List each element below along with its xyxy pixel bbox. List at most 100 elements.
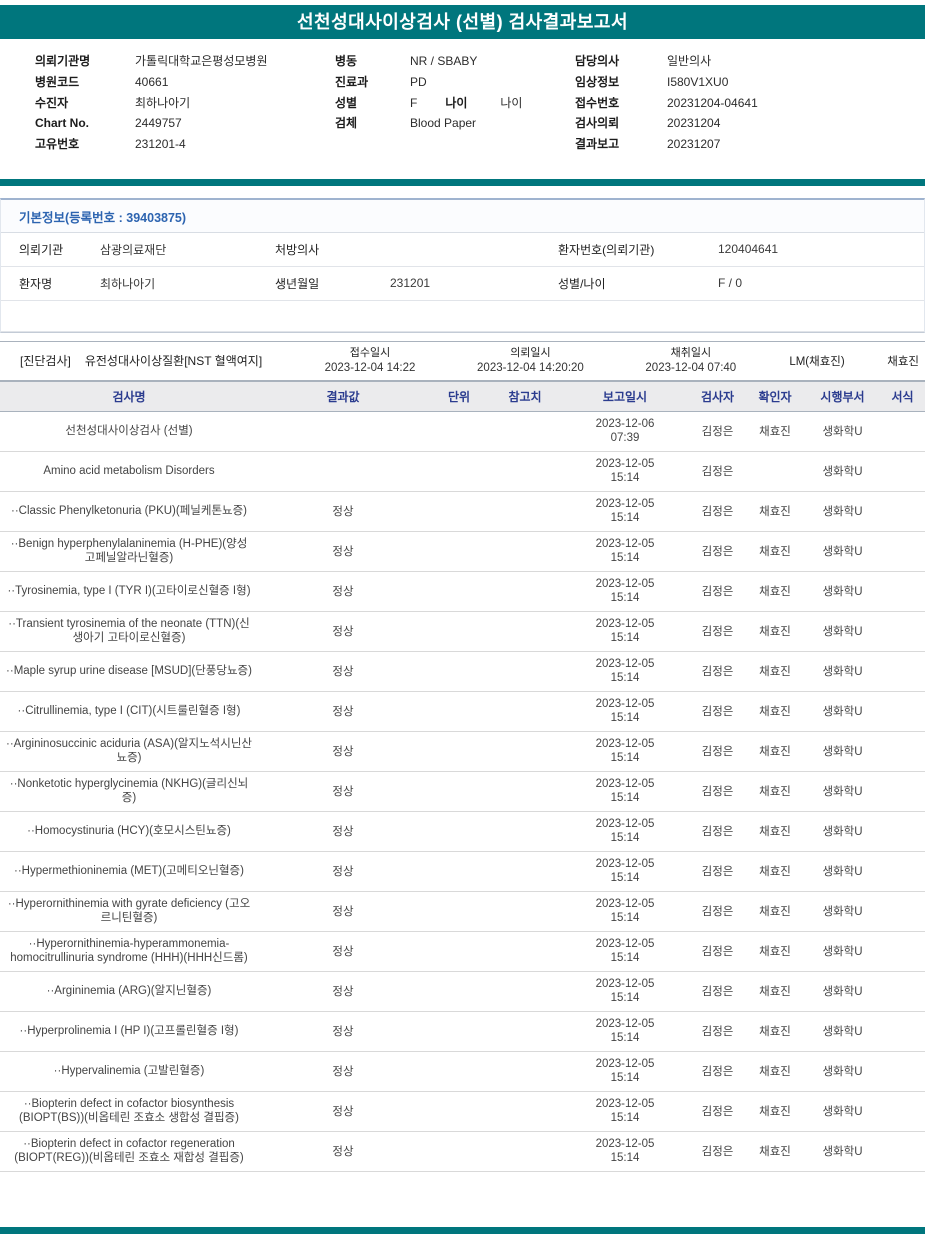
column-header-3: 단위: [428, 380, 490, 412]
field-label: 환자명: [1, 266, 96, 301]
reported-time: 15:14: [610, 832, 640, 845]
field-value: F: [410, 95, 418, 110]
ref-cell: [490, 931, 560, 972]
format-cell: [880, 891, 925, 932]
results-header-row: 검사명 결과값 단위 참고치 보고일시 검사자 확인자 시행부서 서식: [0, 380, 925, 412]
column-header-9: 서식: [880, 380, 925, 412]
tester-cell: 김정은: [690, 811, 745, 852]
reported-date: 2023-12-05: [595, 1057, 655, 1070]
time-value: 2023-12-04 14:20:20: [477, 361, 584, 374]
report-title-banner: 선천성대사이상검사 (선별) 검사결과보고서: [0, 5, 925, 39]
format-cell: [880, 571, 925, 612]
report-page: 선천성대사이상검사 (선별) 검사결과보고서 의뢰기관명 가톨릭대학교은평성모병원…: [0, 5, 925, 1234]
format-cell: [880, 931, 925, 972]
reported-date: 2023-12-05: [595, 897, 655, 910]
tester-cell: 김정은: [690, 1051, 745, 1092]
test-name-cell: ··Argininemia (ARG)(알지닌혈증): [0, 971, 258, 1012]
format-cell: [880, 971, 925, 1012]
result-cell: 정상: [258, 691, 428, 732]
test-name-cell: ··Benign hyperphenylalaninemia (H-PHE)(양…: [0, 531, 258, 572]
header-field: 고유번호 231201-4: [35, 137, 335, 152]
reported-date: 2023-12-05: [595, 737, 655, 750]
reported-cell: 2023-12-05 15:14: [560, 611, 690, 652]
time-value: 2023-12-04 07:40: [645, 361, 737, 374]
table-row: ··Hyperprolinemia I (HP I)(고프롤린혈증 I형) 정상 2…: [0, 1011, 925, 1052]
field-value: 20231204-04641: [667, 95, 758, 110]
table-row: ··Citrullinemia, type I (CIT)(시트룰린혈증 I형)…: [0, 691, 925, 732]
field-value: 최하나아기: [135, 95, 191, 110]
field-label: 의뢰기관: [1, 232, 96, 267]
tester-cell: 김정은: [690, 611, 745, 652]
field-value: 2449757: [135, 116, 182, 131]
result-cell: 정상: [258, 811, 428, 852]
confirmer-cell: 채효진: [745, 891, 805, 932]
column-header-5: 보고일시: [560, 380, 690, 412]
reported-time: 15:14: [610, 1152, 640, 1165]
reported-time: 15:14: [610, 872, 640, 885]
field-label: 검체: [335, 116, 358, 131]
dept-cell: 생화학U: [805, 1091, 880, 1132]
header-field: 임상정보 I580V1XU0: [575, 75, 911, 90]
table-row: ··Argininemia (ARG)(알지닌혈증) 정상 2023-12-05 15…: [0, 971, 925, 1012]
reported-date: 2023-12-05: [595, 657, 655, 670]
field-label: 성별: [335, 95, 358, 110]
result-cell: 정상: [258, 771, 428, 812]
unit-cell: [428, 1051, 490, 1092]
format-cell: [880, 411, 925, 452]
column-header-1: 검사명: [0, 380, 258, 412]
dept-cell: 생화학U: [805, 451, 880, 492]
test-name-cell: ··Hypermethioninemia (MET)(고메티오닌혈증): [0, 851, 258, 892]
confirmer-cell: 채효진: [745, 731, 805, 772]
field-value: 231201-4: [135, 137, 186, 152]
tester-cell: 김정은: [690, 1011, 745, 1052]
dept-cell: 생화학U: [805, 611, 880, 652]
field-label: 나이: [445, 95, 468, 110]
reported-date: 2023-12-05: [595, 1017, 655, 1030]
header-field: 검체 Blood Paper: [335, 117, 575, 131]
reported-date: 2023-12-05: [595, 537, 655, 550]
reported-time: 15:14: [610, 552, 640, 565]
reported-time: 15:14: [610, 952, 640, 965]
reported-time: 15:14: [610, 632, 640, 645]
unit-cell: [428, 771, 490, 812]
result-cell: 정상: [258, 531, 428, 572]
ref-cell: [490, 651, 560, 692]
format-cell: [880, 531, 925, 572]
unit-cell: [428, 1091, 490, 1132]
unit-cell: [428, 891, 490, 932]
table-row: ··Nonketotic hyperglycinemia (NKHG)(글리신뇌…: [0, 771, 925, 812]
header-field: 검사의뢰 20231204: [575, 117, 911, 131]
diagnosis-test-name: 유전성대사이상질환[NST 혈액여지]: [84, 354, 263, 369]
field-value: 20231207: [667, 137, 721, 152]
diagnosis-request-time: 의뢰일시 2023-12-04 14:20:20: [450, 346, 610, 375]
table-row: Amino acid metabolism Disorders 2023-12-0…: [0, 451, 925, 492]
empty-cell: [1, 300, 924, 332]
unit-cell: [428, 971, 490, 1012]
tester-cell: 김정은: [690, 451, 745, 492]
reported-cell: 2023-12-05 15:14: [560, 571, 690, 612]
reported-time: 15:14: [610, 992, 640, 1005]
field-value: 나이: [500, 95, 523, 110]
test-name-cell: ··Citrullinemia, type I (CIT)(시트룰린혈증 I형): [0, 691, 258, 732]
tester-cell: 김정은: [690, 971, 745, 1012]
reported-cell: 2023-12-06 07:39: [560, 411, 690, 452]
diagnosis-collector: 채효진: [887, 355, 919, 368]
format-cell: [880, 691, 925, 732]
reported-time: 07:39: [610, 432, 640, 445]
dept-cell: 생화학U: [805, 411, 880, 452]
ref-cell: [490, 1051, 560, 1092]
diagnosis-receipt-time: 접수일시 2023-12-04 14:22: [290, 346, 450, 375]
dept-cell: 생화학U: [805, 531, 880, 572]
reported-date: 2023-12-06: [595, 417, 655, 430]
dept-cell: 생화학U: [805, 651, 880, 692]
header-field: 병원코드 40661: [35, 75, 335, 90]
unit-cell: [428, 851, 490, 892]
test-name-cell: ··Biopterin defect in cofactor biosynthe…: [0, 1091, 258, 1132]
result-cell: [258, 411, 428, 452]
test-name-cell: ··Hyperprolinemia I (HP I)(고프롤린혈증 I형): [0, 1011, 258, 1052]
reported-date: 2023-12-05: [595, 697, 655, 710]
reported-cell: 2023-12-05 15:14: [560, 771, 690, 812]
field-label: 검사의뢰: [575, 116, 620, 131]
format-cell: [880, 771, 925, 812]
test-name-cell: Amino acid metabolism Disorders: [0, 451, 258, 492]
